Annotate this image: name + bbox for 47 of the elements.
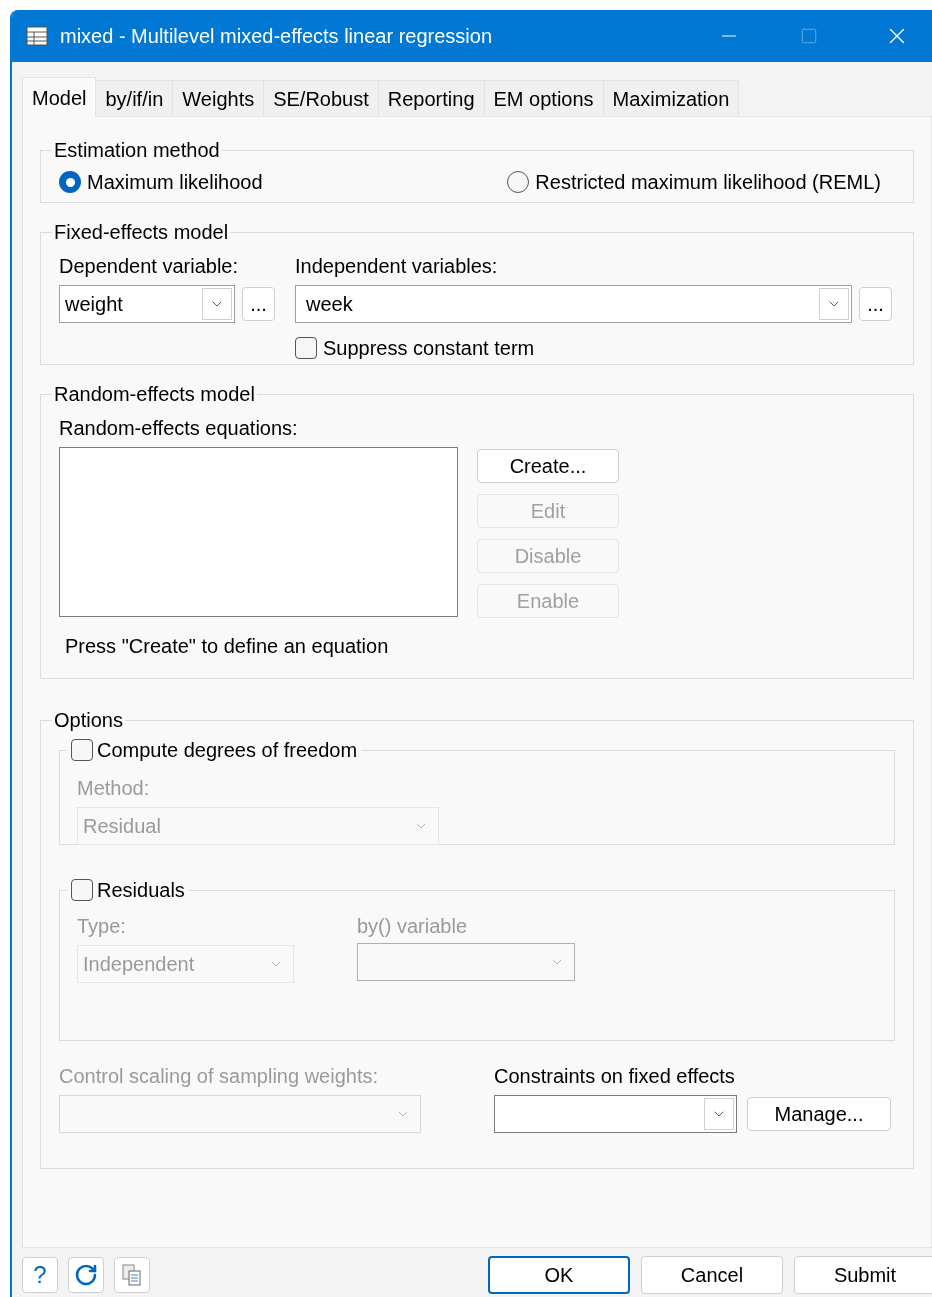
group-title: Options bbox=[53, 708, 124, 733]
checkbox-label: Compute degrees of freedom bbox=[97, 738, 358, 763]
dialog-button[interactable]: Cancel bbox=[641, 1256, 783, 1294]
field-label: Control scaling of sampling weights: bbox=[59, 1064, 380, 1089]
constraints-combo[interactable] bbox=[494, 1095, 737, 1133]
checkbox-label: Residuals bbox=[97, 878, 185, 903]
group-title: Fixed-effects model bbox=[53, 220, 230, 245]
maximize-icon bbox=[800, 27, 818, 45]
tab[interactable]: Model bbox=[22, 77, 97, 117]
checkbox[interactable] bbox=[295, 337, 317, 359]
checkbox-label: Suppress constant term bbox=[323, 336, 535, 361]
radio-button[interactable] bbox=[507, 171, 530, 193]
radio-button[interactable] bbox=[59, 171, 81, 193]
dialog-button[interactable]: OK bbox=[488, 1256, 630, 1294]
refresh-icon bbox=[74, 1263, 98, 1287]
group-title: Estimation method bbox=[53, 138, 221, 163]
hint-text: Press "Create" to define an equation bbox=[65, 634, 390, 659]
tab[interactable]: Reporting bbox=[378, 80, 485, 116]
dependent-variable-combo[interactable]: weight bbox=[59, 285, 235, 323]
field-label: Constraints on fixed effects bbox=[494, 1064, 736, 1089]
table-icon bbox=[26, 26, 48, 46]
tab[interactable]: by/if/in bbox=[96, 80, 174, 116]
help-button[interactable]: ? bbox=[22, 1257, 58, 1293]
tab[interactable]: Maximization bbox=[603, 80, 740, 116]
reset-button[interactable] bbox=[68, 1257, 104, 1293]
field-label: Dependent variable: bbox=[59, 254, 239, 279]
browse-button[interactable]: ... bbox=[859, 287, 892, 321]
field-label: Random-effects equations: bbox=[59, 416, 299, 441]
checkbox[interactable] bbox=[71, 879, 93, 901]
group-title: Random-effects model bbox=[53, 382, 256, 407]
checkbox[interactable] bbox=[71, 739, 93, 761]
dialog-button[interactable]: Submit bbox=[794, 1256, 932, 1294]
independent-variables-combo[interactable]: week bbox=[295, 285, 852, 323]
tab[interactable]: SE/Robust bbox=[264, 80, 379, 116]
field-label: Independent variables: bbox=[295, 254, 499, 279]
dialog-button[interactable]: Create... bbox=[477, 449, 619, 483]
radio-label: Restricted maximum likelihood (REML) bbox=[535, 170, 881, 195]
dialog-button[interactable]: Manage... bbox=[747, 1097, 891, 1131]
field-label: Type: bbox=[77, 914, 127, 939]
browse-button[interactable]: ... bbox=[242, 287, 275, 321]
tab[interactable]: Weights bbox=[173, 80, 265, 116]
window-title: mixed - Multilevel mixed-effects linear regression bbox=[60, 24, 493, 49]
radio-label: Maximum likelihood bbox=[87, 170, 263, 195]
field-label: Method: bbox=[77, 776, 151, 801]
field-label: by() variable bbox=[357, 914, 469, 939]
copy-icon bbox=[121, 1263, 143, 1287]
tab[interactable]: EM options bbox=[484, 80, 604, 116]
